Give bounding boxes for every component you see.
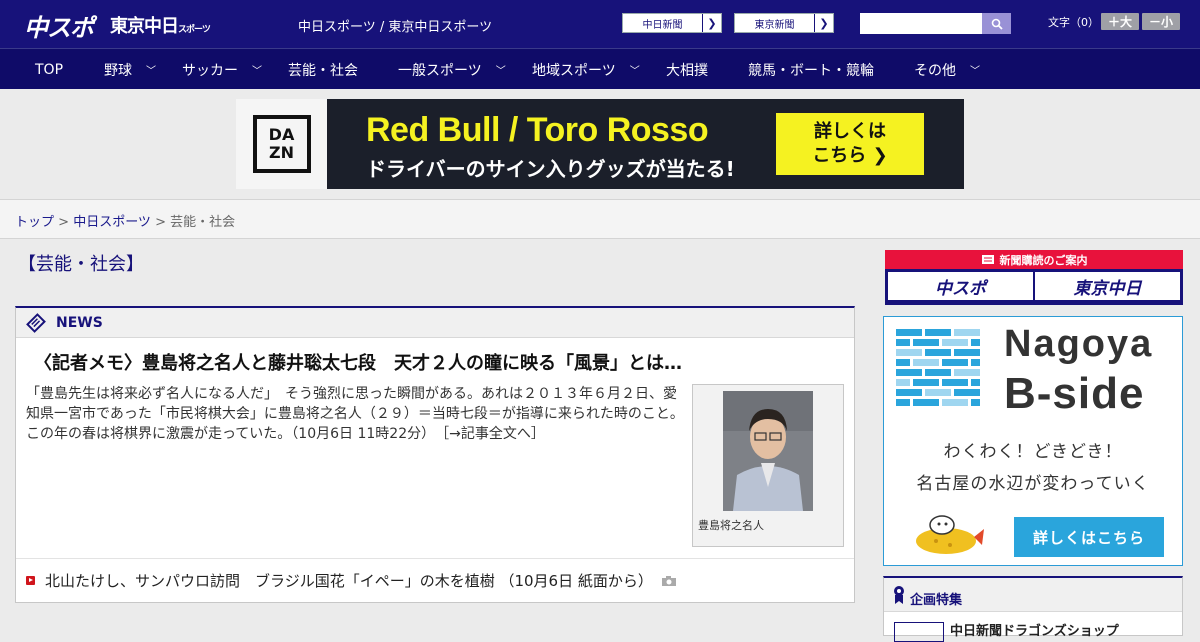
nav-label: 芸能・社会	[288, 62, 358, 79]
nav-item-top[interactable]: TOP	[35, 49, 63, 90]
breadcrumb-separator: >	[54, 215, 74, 230]
nav-item-racing[interactable]: 競馬・ボート・競輪	[748, 49, 874, 90]
nav-label: 地域スポーツ	[532, 62, 616, 79]
brick-wall-icon	[896, 329, 980, 406]
bside-title-1: Nagoya	[1004, 323, 1154, 365]
special-features-header: 企画特集	[884, 578, 1182, 612]
bside-copy-1: わくわく！どきどき！	[943, 442, 1123, 462]
special-item-thumbnail[interactable]	[894, 622, 944, 642]
news-header: NEWS	[16, 308, 854, 338]
tokyo-shimbun-button[interactable]: 東京新聞 ❯	[734, 13, 834, 33]
font-smaller-button[interactable]: －小	[1142, 13, 1180, 30]
breadcrumb-current: 芸能・社会	[170, 215, 236, 230]
bside-copy-2: 名古屋の水辺が変わっていく	[916, 474, 1150, 494]
chevron-down-icon: ﹀	[252, 66, 262, 77]
subscribe-chunichi-sports-button[interactable]: 中スポ	[888, 272, 1033, 300]
nav-label: 競馬・ボート・競輪	[748, 62, 874, 79]
nav-label: サッカー	[182, 62, 238, 79]
chevron-down-icon: ﹀	[629, 66, 640, 77]
chevron-down-icon: ﹀	[146, 66, 156, 77]
bside-title-2: B-side	[1004, 369, 1145, 418]
camera-icon	[661, 575, 676, 586]
bside-details-button[interactable]: 詳しくはこちら	[1014, 517, 1164, 557]
search-button[interactable]	[982, 13, 1011, 34]
ad-cta-line1: 詳しくは	[814, 121, 886, 142]
site-links[interactable]: 中日スポーツ / 東京中日スポーツ	[298, 16, 492, 35]
search-input[interactable]	[860, 13, 982, 34]
nav-item-sumo[interactable]: 大相撲	[666, 49, 708, 90]
chunichi-shimbun-label: 中日新聞	[642, 19, 683, 31]
news-heading: NEWS	[56, 315, 103, 331]
nav-label: 大相撲	[666, 62, 708, 79]
news-box: NEWS 〈記者メモ〉豊島将之名人と藤井聡太七段 天才２人の瞳に映る「風景」とは…	[15, 306, 855, 603]
nav-label: その他	[914, 62, 956, 79]
ribbon-badge-icon	[894, 586, 904, 604]
tokyo-chunichi-sports-logo[interactable]: 東京中日スポーツ	[110, 12, 211, 38]
nav-item-soccer[interactable]: サッカー ﹀	[182, 49, 262, 90]
ad-banner[interactable]: DA ZN Red Bull / Toro Rosso ドライバーのサイン入りグ…	[236, 99, 964, 189]
dazn-logo: DA ZN	[236, 99, 327, 189]
subscribe-tokyo-chunichi-button[interactable]: 東京中日	[1035, 272, 1180, 300]
portrait-photo	[723, 391, 813, 511]
nav-item-baseball[interactable]: 野球 ﹀	[104, 49, 156, 90]
news-list-item[interactable]: 北山たけし、サンパウロ訪問 ブラジル国花「イペー」の木を植樹 （10月6日 紙面…	[26, 570, 677, 591]
ad-subtitle: ドライバーのサイン入りグッズが当たる!	[366, 157, 735, 181]
tokyo-shimbun-label: 東京新聞	[754, 19, 795, 31]
page-title: 【芸能・社会】	[18, 254, 144, 275]
tokyo-logo-text: 東京中日	[110, 16, 179, 37]
photo-caption: 豊島将之名人	[698, 519, 764, 532]
chevron-right-icon: ❯	[702, 14, 721, 32]
dazn-line2: ZN	[269, 143, 294, 162]
font-size-label: 文字（0）	[1048, 16, 1099, 29]
nav-label: 一般スポーツ	[398, 62, 482, 79]
chevron-right-icon: ❯	[814, 14, 833, 32]
chevron-down-icon: ﹀	[495, 66, 506, 77]
breadcrumb-section-link[interactable]: 中日スポーツ	[73, 215, 151, 230]
newspaper-icon	[981, 255, 994, 264]
nav-item-other[interactable]: その他 ﹀	[914, 49, 980, 90]
breadcrumb: トップ > 中日スポーツ > 芸能・社会	[0, 200, 1200, 239]
main-content: 【芸能・社会】 NEWS 〈記者メモ〉豊島将之名人と藤井聡太七段 天才２人の瞳に…	[0, 239, 1200, 642]
subscription-banner: 新聞購読のご案内 中スポ 東京中日	[885, 250, 1183, 305]
ad-cta-button[interactable]: 詳しくは こちら ❯	[776, 113, 924, 175]
portrait-figure	[723, 391, 813, 511]
news-list-item-text: 北山たけし、サンパウロ訪問 ブラジル国花「イペー」の木を植樹 （10月6日 紙面…	[45, 572, 653, 590]
ad-cta-line2: こちら ❯	[812, 145, 888, 166]
newspaper-icon	[26, 313, 46, 333]
dazn-logo-box: DA ZN	[252, 115, 311, 173]
nav-item-general-sports[interactable]: 一般スポーツ ﹀	[398, 49, 506, 90]
special-features-heading: 企画特集	[910, 593, 963, 608]
fried-shrimp-mascot-icon	[916, 515, 984, 554]
ad-zone: DA ZN Red Bull / Toro Rosso ドライバーのサイン入りグ…	[0, 89, 1200, 200]
subscription-bar-text: 新聞購読のご案内	[999, 253, 1088, 267]
breadcrumb-separator: >	[150, 215, 171, 230]
dazn-line1: DA	[268, 125, 295, 144]
nav-label: TOP	[35, 61, 64, 78]
special-features-box: 企画特集 中日新聞ドラゴンズショップ	[883, 576, 1183, 642]
breadcrumb-top-link[interactable]: トップ	[15, 215, 54, 230]
nagoya-bside-ad[interactable]: Nagoya B-side わくわく！どきどき！ 名古屋の水辺が変わっていく 詳…	[883, 316, 1183, 566]
main-nav: TOP 野球 ﹀ サッカー ﹀ 芸能・社会 一般スポーツ ﹀ 地域スポーツ ﹀ 大相撲 …	[0, 48, 1200, 89]
ad-title: Red Bull / Toro Rosso	[366, 111, 709, 149]
top-header: 中スポ 東京中日スポーツ 中日スポーツ / 東京中日スポーツ 中日新聞 ❯ 東京…	[0, 0, 1200, 48]
nav-label: 野球	[104, 62, 132, 79]
chunichi-sports-logo[interactable]: 中スポ	[24, 8, 94, 43]
chevron-down-icon: ﹀	[970, 66, 980, 77]
divider	[16, 558, 854, 559]
play-arrow-icon	[26, 576, 35, 585]
font-larger-button[interactable]: ＋大	[1101, 13, 1139, 30]
tokyo-logo-small: スポーツ	[178, 25, 211, 35]
nav-item-local-sports[interactable]: 地域スポーツ ﹀	[532, 49, 640, 90]
news-photo[interactable]: 豊島将之名人	[692, 384, 844, 547]
news-headline-link[interactable]: 〈記者メモ〉豊島将之名人と藤井聡太七段 天才２人の瞳に映る「風景」とは…	[34, 349, 682, 375]
subscription-bar: 新聞購読のご案内	[885, 250, 1183, 269]
nav-item-entertainment[interactable]: 芸能・社会	[288, 49, 358, 90]
chunichi-shimbun-button[interactable]: 中日新聞 ❯	[622, 13, 722, 33]
search-icon	[991, 18, 1003, 30]
news-body[interactable]: 「豊島先生は将来必ず名人になる人だ」 そう強烈に思った瞬間がある。あれは２０１３…	[26, 384, 686, 444]
